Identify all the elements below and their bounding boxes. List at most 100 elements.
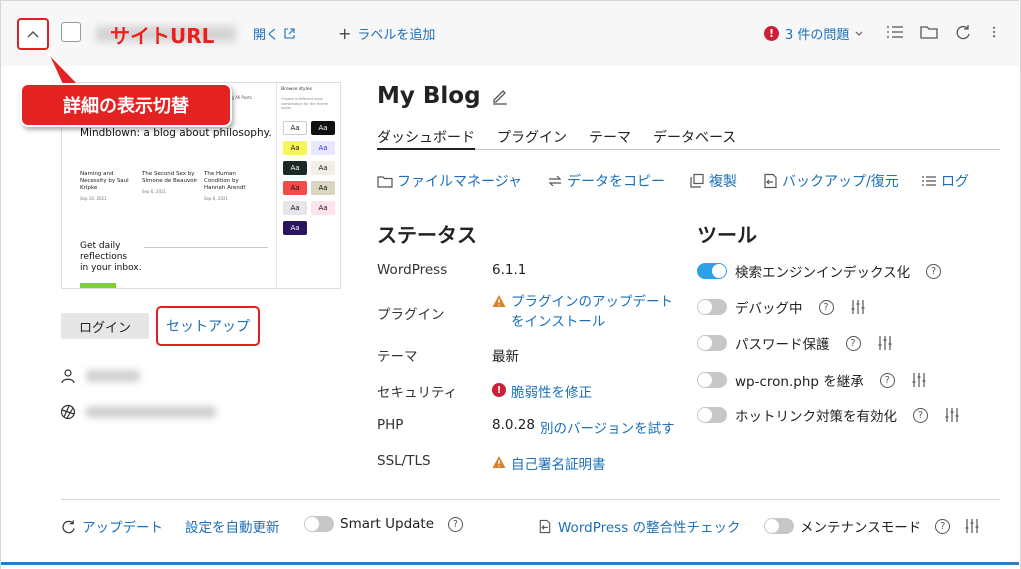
sync-icon	[548, 175, 562, 187]
tool-wp-cron: wp-cron.php を継承 ?	[697, 370, 927, 390]
debugging-label: デバッグ中	[735, 301, 803, 317]
install-plugin-updates-line: プラグインのアップデート	[511, 294, 673, 310]
update-link[interactable]: アップデート	[61, 516, 163, 536]
preview-post-date: Sep 6, 2021	[204, 196, 229, 201]
select-site-checkbox[interactable]	[61, 22, 81, 42]
debugging-toggle[interactable]	[697, 299, 727, 315]
settings-sliders-icon[interactable]	[964, 518, 980, 534]
site-title: My Blog	[377, 83, 509, 109]
help-icon[interactable]: ?	[926, 263, 942, 279]
error-icon: !	[492, 383, 506, 397]
backup-restore-link[interactable]: バックアップ/復元	[762, 171, 899, 191]
status-value-plugins[interactable]: プラグインのアップデート をインストール	[492, 292, 673, 332]
issues-dropdown[interactable]: ! 3 件の問題	[764, 24, 863, 43]
list-icon	[922, 176, 936, 186]
status-value-wordpress: 6.1.1	[492, 262, 526, 278]
warning-icon	[492, 456, 506, 468]
integrity-check-link[interactable]: WordPress の整合性チェック	[538, 516, 741, 536]
site-tabs: ダッシュボード プラグイン テーマ データベース	[377, 124, 1000, 150]
preview-divider	[144, 247, 268, 248]
status-label-ssl: SSL/TLS	[377, 453, 431, 469]
style-swatch: Aa	[311, 121, 335, 135]
password-protection-toggle[interactable]	[697, 335, 727, 351]
settings-sliders-icon[interactable]	[911, 372, 927, 388]
help-icon[interactable]: ?	[935, 518, 951, 534]
status-value-ssl[interactable]: 自己署名証明書	[492, 453, 606, 473]
hotlink-protection-toggle[interactable]	[697, 407, 727, 423]
list-icon[interactable]	[885, 22, 905, 42]
status-label-security: セキュリティ	[377, 385, 458, 401]
themes-status: 最新	[492, 349, 519, 365]
help-icon[interactable]: ?	[913, 407, 928, 423]
tab-plugins[interactable]: プラグイン	[497, 124, 567, 150]
logs-link[interactable]: ログ	[921, 171, 969, 191]
style-swatch: Aa	[311, 201, 335, 215]
preview-cta-line: Get daily	[80, 241, 121, 251]
more-vertical-icon[interactable]	[987, 22, 1001, 42]
folder-icon	[377, 176, 393, 188]
preview-cta-line: in your inbox.	[80, 263, 142, 273]
self-signed-cert-link[interactable]: 自己署名証明書	[511, 453, 606, 473]
tab-themes[interactable]: テーマ	[589, 124, 631, 150]
setup-button[interactable]: セットアップ	[156, 306, 260, 346]
tools-heading: ツール	[697, 223, 757, 247]
search-indexing-label: 検索エンジンインデックス化	[735, 265, 911, 281]
admin-username-redacted	[86, 370, 140, 382]
header-tools	[885, 22, 1001, 42]
auto-update-settings-link[interactable]: 設定を自動更新	[185, 516, 280, 536]
issues-label: 3 件の問題	[785, 28, 850, 43]
password-protection-label: パスワード保護	[735, 337, 830, 353]
clone-link[interactable]: 複製	[689, 171, 737, 191]
help-icon[interactable]: ?	[818, 299, 834, 315]
wp-cron-toggle[interactable]	[697, 372, 727, 388]
preview-cta-line: reflections	[80, 252, 128, 262]
install-plugin-updates-link[interactable]: プラグインのアップデート をインストール	[511, 292, 673, 332]
try-other-version-link[interactable]: 別のバージョンを試す	[540, 417, 675, 437]
settings-sliders-icon[interactable]	[877, 335, 893, 351]
update-label: アップデート	[82, 520, 163, 536]
smart-update-toggle[interactable]	[304, 516, 334, 532]
search-indexing-toggle[interactable]	[697, 263, 727, 279]
preview-post: Naming and Necessity by Saul Kripke Sep …	[80, 171, 136, 201]
edit-pencil-icon[interactable]	[491, 87, 509, 105]
tab-dashboard[interactable]: ダッシュボード	[377, 124, 475, 150]
add-label-button[interactable]: + ラベルを追加	[338, 24, 435, 43]
style-swatch: Aa	[283, 201, 307, 215]
status-heading: ステータス	[377, 223, 477, 247]
site-title-text: My Blog	[377, 83, 481, 109]
fix-vulnerabilities-link[interactable]: 脆弱性を修正	[511, 381, 592, 401]
help-icon[interactable]: ?	[448, 516, 464, 532]
clone-label: 複製	[709, 174, 737, 190]
domain-row	[60, 404, 216, 420]
folder-icon[interactable]	[919, 22, 939, 42]
preview-post-date: Sep 6, 2021	[142, 189, 167, 194]
refresh-icon[interactable]	[953, 22, 973, 42]
copy-icon	[690, 173, 704, 188]
toggle-details-button[interactable]	[17, 18, 49, 50]
status-value-security[interactable]: ! 脆弱性を修正	[492, 381, 592, 401]
file-manager-link[interactable]: ファイルマネージャ	[377, 171, 522, 191]
tab-database[interactable]: データベース	[653, 124, 736, 150]
site-url[interactable]: サイトURL	[96, 20, 236, 48]
login-button[interactable]: ログイン	[61, 313, 149, 339]
settings-sliders-icon[interactable]	[944, 407, 960, 423]
status-value-themes: 最新	[492, 345, 519, 365]
plus-icon: +	[338, 23, 352, 43]
maintenance-mode-toggle[interactable]	[764, 518, 794, 534]
help-icon[interactable]: ?	[879, 372, 895, 388]
site-url-label: サイトURL	[110, 23, 215, 48]
user-icon	[61, 369, 75, 384]
settings-sliders-icon[interactable]	[850, 299, 866, 315]
style-swatch: Aa	[283, 221, 307, 235]
open-site-link[interactable]: 開く	[253, 24, 295, 43]
maintenance-mode-label: メンテナンスモード	[800, 520, 922, 536]
card-bottom-border	[1, 562, 1019, 565]
copy-data-link[interactable]: データをコピー	[547, 171, 665, 191]
preview-panel-sub: Choose a different style combination for…	[281, 97, 328, 110]
preview-post: The Human Condition by Hannah Arendt Sep…	[204, 171, 260, 201]
tool-hotlink-protection: ホットリンク対策を有効化 ?	[697, 405, 960, 425]
status-label-plugins: プラグイン	[377, 307, 445, 323]
wp-cron-label: wp-cron.php を継承	[735, 374, 864, 390]
help-icon[interactable]: ?	[845, 335, 861, 351]
add-label-text: ラベルを追加	[357, 28, 436, 43]
